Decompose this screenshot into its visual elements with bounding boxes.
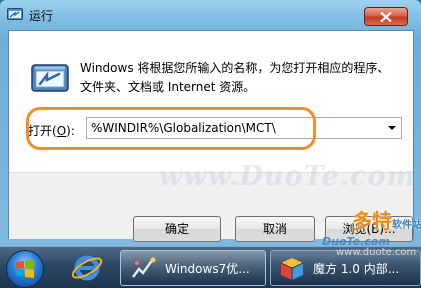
cube-icon (280, 258, 304, 280)
run-program-icon (31, 64, 69, 92)
description: Windows 将根据您所输入的名称，为您打开相应的程序、 文件夹、文档或 In… (80, 59, 400, 97)
cancel-button[interactable]: 取消 (235, 216, 315, 242)
ok-button[interactable]: 确定 (133, 216, 221, 242)
description-line-2: 文件夹、文档或 Internet 资源。 (80, 80, 256, 94)
watermark-brand: 多特软件站 (352, 205, 421, 234)
windows-logo-icon (16, 260, 34, 278)
watermark-brand-suffix: 软件站 (392, 220, 421, 231)
start-button[interactable] (6, 250, 44, 288)
taskbar-item-run[interactable]: Windows7优... (120, 250, 266, 286)
run-icon (7, 8, 23, 20)
watermark-brand-name: 多特 (352, 209, 392, 233)
site-watermark: 多特软件站 DuoTe.com www.duote.com (322, 205, 421, 275)
watermark-url: www.duote.com (336, 247, 417, 258)
internet-explorer-icon[interactable] (70, 252, 104, 284)
highlight-annotation (26, 107, 316, 150)
dropdown-arrow-icon[interactable] (388, 126, 396, 130)
run-app-icon (132, 257, 156, 278)
window-title: 运行 (29, 9, 54, 23)
watermark-text: www.DuoTe.com (159, 161, 417, 192)
close-button[interactable] (364, 7, 408, 26)
description-line-1: Windows 将根据您所输入的名称，为您打开相应的程序、 (80, 61, 390, 75)
taskbar-item-run-label: Windows7优... (165, 262, 250, 276)
close-icon (380, 12, 392, 22)
title-bar[interactable]: 运行 (0, 0, 421, 28)
